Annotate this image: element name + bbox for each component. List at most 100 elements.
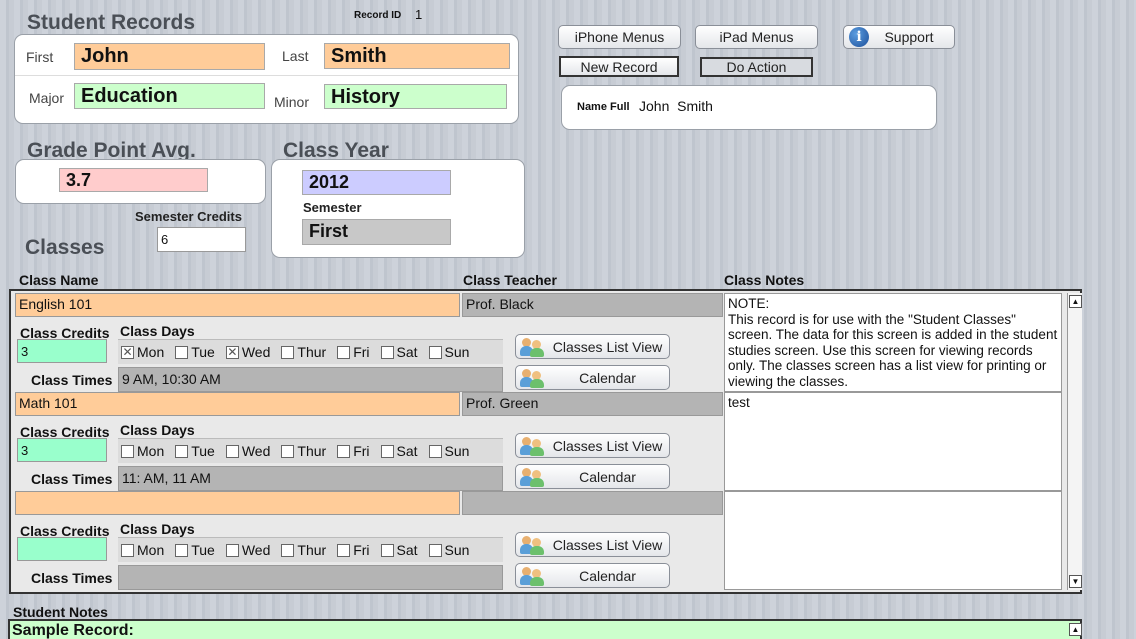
checkbox-icon[interactable] — [281, 444, 295, 458]
scroll-down-icon[interactable]: ▼ — [1069, 575, 1082, 588]
day-label: Sat — [396, 443, 418, 459]
day-thur-option[interactable]: Thur — [281, 344, 326, 360]
class-teacher-field[interactable]: Prof. Black — [462, 293, 723, 317]
day-thur-option[interactable]: Thur — [281, 443, 326, 459]
class-teacher-field[interactable]: Prof. Green — [462, 392, 723, 416]
student-notes-label: Student Notes — [13, 604, 108, 620]
minor-label: Minor — [274, 94, 310, 110]
ipad-menus-button[interactable]: iPad Menus — [695, 25, 818, 49]
support-button[interactable]: i Support — [843, 25, 955, 49]
classes-scrollbar[interactable]: ▲ ▼ — [1067, 293, 1082, 590]
scroll-up-icon[interactable]: ▲ — [1069, 295, 1082, 308]
day-wed-option[interactable]: ✕ Wed — [225, 344, 270, 360]
day-fri-option[interactable]: Fri — [337, 443, 370, 459]
class-times-field[interactable] — [118, 565, 503, 590]
checkbox-icon[interactable] — [428, 543, 442, 557]
class-notes-field[interactable] — [724, 491, 1062, 590]
class-times-field[interactable]: 9 AM, 10:30 AM — [118, 367, 503, 392]
checked-checkbox-icon[interactable]: ✕ — [121, 345, 134, 359]
class-days-label: Class Days — [120, 521, 195, 537]
checkbox-icon[interactable] — [175, 543, 189, 557]
class-notes-field[interactable]: NOTE: This record is for use with the "S… — [724, 293, 1062, 392]
page-title: Student Records — [27, 11, 196, 34]
checkbox-icon[interactable] — [225, 543, 239, 557]
minor-field[interactable]: History — [324, 84, 507, 109]
student-notes-text: Sample Record: — [12, 622, 134, 639]
class-name-field[interactable] — [15, 491, 460, 515]
class-credits-field[interactable]: 3 — [17, 339, 107, 363]
class-year-field[interactable]: 2012 — [302, 170, 451, 195]
class-credits-field[interactable]: 3 — [17, 438, 107, 462]
class-name-field[interactable]: English 101 — [15, 293, 460, 317]
class-notes-field[interactable]: test — [724, 392, 1062, 491]
class-times-label: Class Times — [31, 471, 113, 487]
checkbox-icon[interactable] — [337, 543, 351, 557]
checkbox-icon[interactable] — [225, 444, 239, 458]
checked-checkbox-icon[interactable]: ✕ — [225, 345, 239, 359]
semester-field[interactable]: First — [302, 219, 451, 245]
checkbox-icon[interactable] — [281, 345, 295, 359]
checkbox-icon[interactable] — [121, 543, 134, 557]
day-thur-option[interactable]: Thur — [281, 542, 326, 558]
people-icon — [520, 337, 546, 357]
class-times-field[interactable]: 11: AM, 11 AM — [118, 466, 503, 491]
day-fri-option[interactable]: Fri — [337, 542, 370, 558]
first-name-field[interactable]: John — [74, 43, 265, 70]
calendar-button[interactable]: Calendar — [515, 464, 670, 489]
checkbox-icon[interactable] — [121, 444, 134, 458]
major-field[interactable]: Education — [74, 83, 265, 109]
do-action-button[interactable]: Do Action — [700, 57, 813, 77]
day-mon-option[interactable]: Mon — [121, 443, 164, 459]
day-sat-option[interactable]: Sat — [380, 542, 418, 558]
day-label: Wed — [241, 443, 271, 459]
checkbox-icon[interactable] — [428, 345, 442, 359]
student-notes-field[interactable]: Sample Record: ▲ — [8, 619, 1082, 639]
class-teacher-field[interactable] — [462, 491, 723, 515]
day-sun-option[interactable]: Sun — [428, 344, 470, 360]
class-teacher-column-header: Class Teacher — [463, 272, 557, 288]
day-sat-option[interactable]: Sat — [380, 443, 418, 459]
classes-list-view-button[interactable]: Classes List View — [515, 433, 670, 458]
day-label: Tue — [191, 344, 215, 360]
day-sun-option[interactable]: Sun — [428, 542, 469, 558]
people-icon — [520, 467, 546, 487]
last-name-field[interactable]: Smith — [324, 43, 510, 69]
day-label: Mon — [137, 542, 165, 558]
calendar-button[interactable]: Calendar — [515, 563, 670, 588]
info-icon: i — [849, 27, 869, 47]
iphone-menus-button[interactable]: iPhone Menus — [558, 25, 681, 49]
day-label: Sun — [444, 344, 470, 360]
checkbox-icon[interactable] — [380, 543, 394, 557]
day-fri-option[interactable]: Fri — [337, 344, 370, 360]
day-label: Thur — [297, 443, 327, 459]
classes-list-view-button[interactable]: Classes List View — [515, 334, 670, 359]
gpa-field[interactable]: 3.7 — [59, 168, 208, 192]
checkbox-icon[interactable] — [175, 345, 189, 359]
checkbox-icon[interactable] — [380, 444, 394, 458]
day-sat-option[interactable]: Sat — [380, 344, 418, 360]
day-wed-option[interactable]: Wed — [225, 443, 271, 459]
class-name-field[interactable]: Math 101 — [15, 392, 460, 416]
checkbox-icon[interactable] — [337, 345, 351, 359]
day-label: Sat — [396, 542, 418, 558]
day-mon-option[interactable]: ✕ Mon — [121, 344, 164, 360]
calendar-button[interactable]: Calendar — [515, 365, 670, 390]
checkbox-icon[interactable] — [281, 543, 295, 557]
checkbox-icon[interactable] — [428, 444, 442, 458]
class-credits-field[interactable] — [17, 537, 107, 561]
checkbox-icon[interactable] — [337, 444, 351, 458]
day-tue-option[interactable]: Tue — [175, 344, 215, 360]
day-mon-option[interactable]: Mon — [121, 542, 164, 558]
notes-scroll-up-icon[interactable]: ▲ — [1069, 623, 1082, 636]
day-tue-option[interactable]: Tue — [175, 443, 215, 459]
checkbox-icon[interactable] — [175, 444, 189, 458]
class-notes-column-header: Class Notes — [724, 272, 805, 288]
last-name-label: Last — [282, 48, 309, 64]
new-record-button[interactable]: New Record — [559, 56, 679, 77]
classes-list-view-button[interactable]: Classes List View — [515, 532, 670, 557]
semester-credits-field[interactable]: 6 — [157, 227, 246, 252]
day-sun-option[interactable]: Sun — [428, 443, 469, 459]
day-tue-option[interactable]: Tue — [175, 542, 215, 558]
checkbox-icon[interactable] — [380, 345, 394, 359]
day-wed-option[interactable]: Wed — [225, 542, 270, 558]
